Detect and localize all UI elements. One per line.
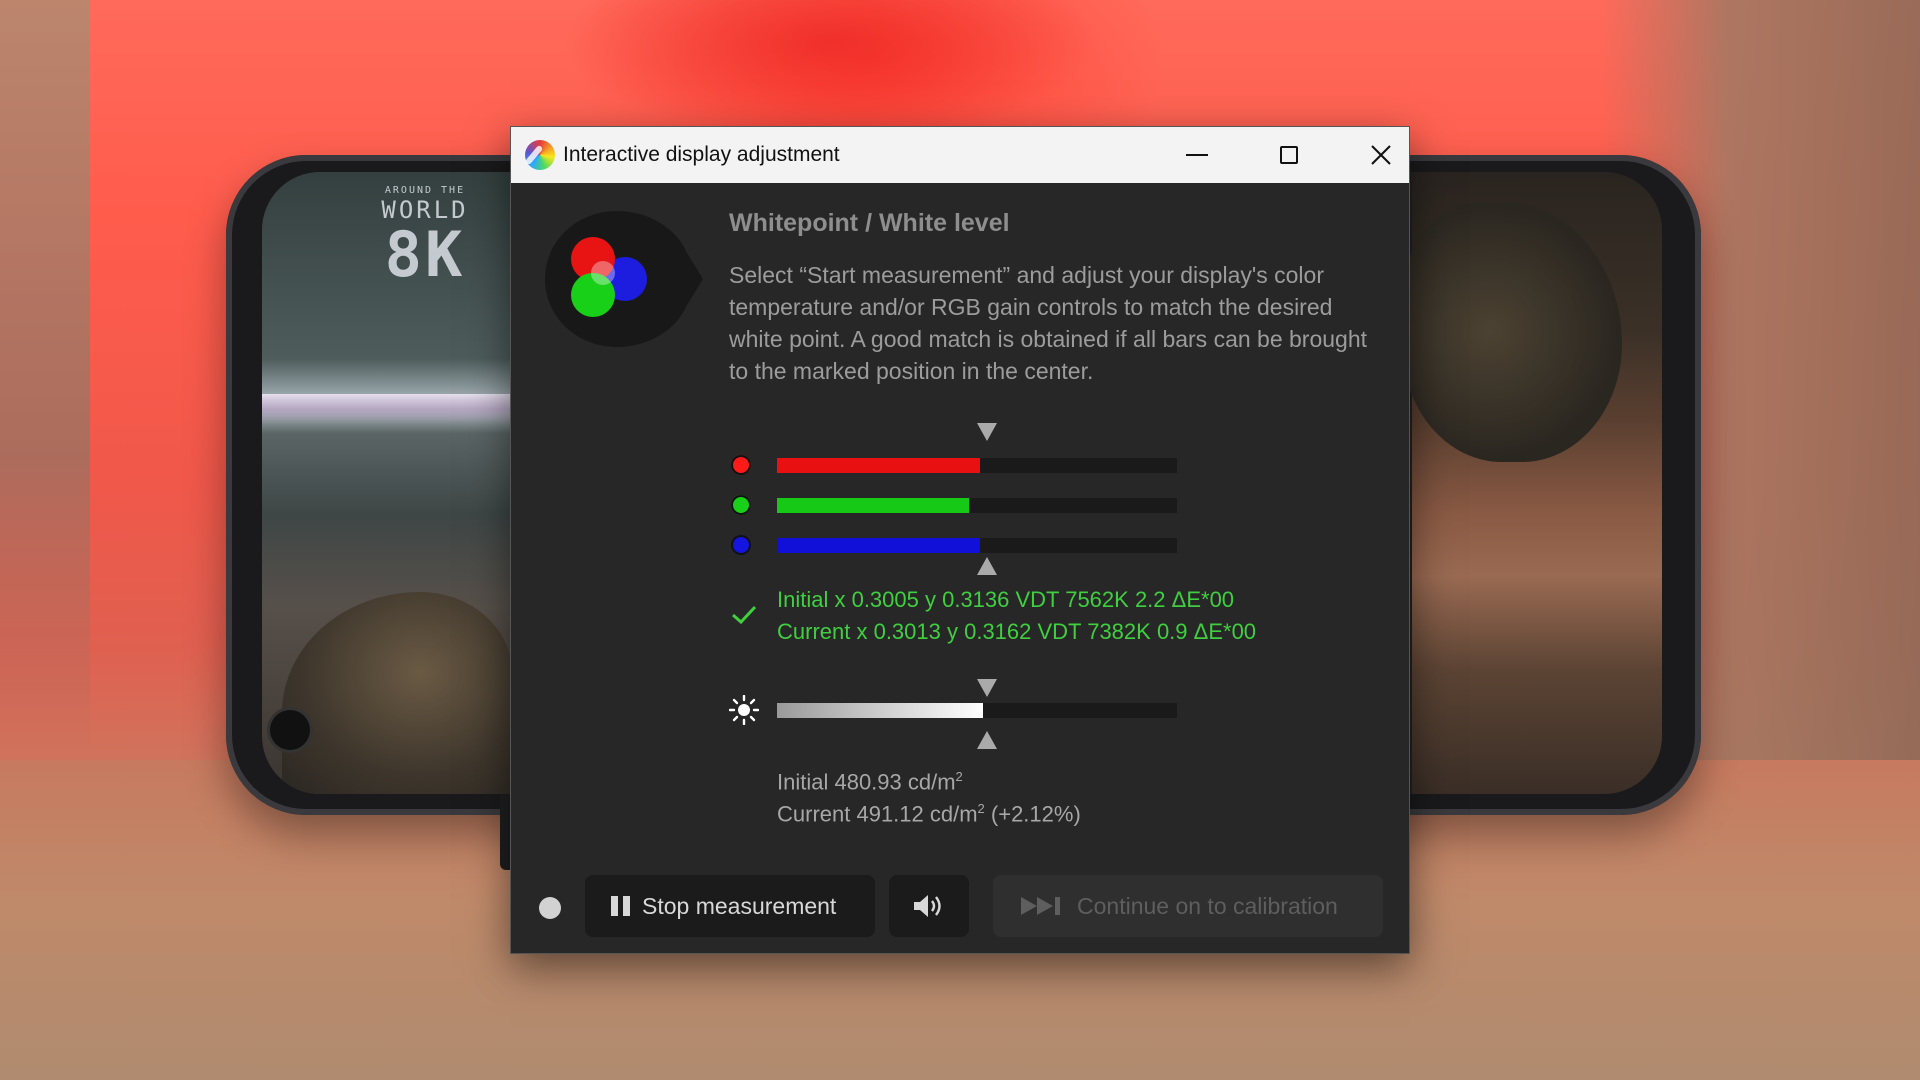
video-logo-bottom: 8K — [384, 218, 466, 291]
blue-channel-fill — [777, 538, 981, 553]
video-logo-top: AROUND THE — [384, 185, 466, 196]
luminance-current-text: Current 491.12 cd/m — [777, 801, 978, 827]
continue-label: Continue on to calibration — [1077, 892, 1338, 919]
maximize-button[interactable] — [1243, 127, 1335, 183]
speaker-icon — [914, 895, 941, 917]
luminance-current: Current 491.12 cd/m2 (+2.12%) — [777, 801, 1081, 827]
rgb-target-marker-bottom — [977, 557, 997, 575]
unit-superscript: 2 — [955, 769, 963, 784]
screen-wave — [262, 394, 512, 424]
close-icon — [1371, 145, 1391, 165]
dialog-content: Whitepoint / White level Select “Start m… — [511, 183, 1409, 953]
blue-channel-dot — [731, 535, 751, 555]
unit-superscript: 2 — [977, 801, 985, 816]
measurement-status-dot — [539, 897, 561, 919]
pause-icon — [611, 896, 630, 916]
blue-channel-bar — [777, 538, 1177, 553]
luminance-bar — [777, 703, 1177, 718]
red-channel-bar — [777, 458, 1177, 473]
red-channel-dot — [731, 455, 751, 475]
rgb-target-marker-top — [977, 423, 997, 441]
checkmark-icon — [732, 605, 757, 625]
section-heading: Whitepoint / White level — [729, 209, 1010, 237]
luminance-target-marker-bottom — [977, 731, 997, 749]
continue-to-calibration-button[interactable]: Continue on to calibration — [993, 875, 1383, 937]
background-glow — [560, 0, 1100, 140]
green-channel-dot — [731, 495, 751, 515]
luminance-fill — [777, 703, 983, 718]
rgb-droplet-icon — [545, 211, 703, 347]
sound-toggle-button[interactable] — [889, 875, 969, 937]
window-title: Interactive display adjustment — [563, 143, 840, 166]
interactive-display-adjustment-window: Interactive display adjustment Whitepoin… — [510, 126, 1410, 954]
phone-camera — [270, 710, 310, 750]
video-logo: AROUND THE WORLD 8K — [375, 185, 475, 286]
luminance-target-marker-top — [977, 679, 997, 697]
minimize-icon — [1186, 154, 1208, 156]
title-bar[interactable]: Interactive display adjustment — [511, 127, 1409, 183]
brightness-icon — [729, 695, 759, 725]
stop-measurement-label: Stop measurement — [642, 892, 837, 919]
skip-forward-icon — [1021, 897, 1060, 915]
green-channel-fill — [777, 498, 969, 513]
maximize-icon — [1280, 146, 1298, 164]
luminance-initial: Initial 480.93 cd/m2 — [777, 769, 963, 795]
green-channel-bar — [777, 498, 1177, 513]
whitepoint-initial: Initial x 0.3005 y 0.3136 VDT 7562K 2.2 … — [777, 587, 1235, 612]
background-left-block — [0, 0, 90, 760]
close-button[interactable] — [1335, 127, 1427, 183]
stop-measurement-button[interactable]: Stop measurement — [585, 875, 875, 937]
luminance-initial-text: Initial 480.93 cd/m — [777, 769, 956, 795]
red-channel-fill — [777, 458, 981, 473]
luminance-current-change: (+2.12%) — [984, 801, 1081, 827]
app-icon — [525, 140, 555, 170]
minimize-button[interactable] — [1151, 127, 1243, 183]
instructions-text: Select “Start measurement” and adjust yo… — [729, 262, 1368, 384]
whitepoint-current: Current x 0.3013 y 0.3162 VDT 7382K 0.9 … — [777, 619, 1257, 644]
